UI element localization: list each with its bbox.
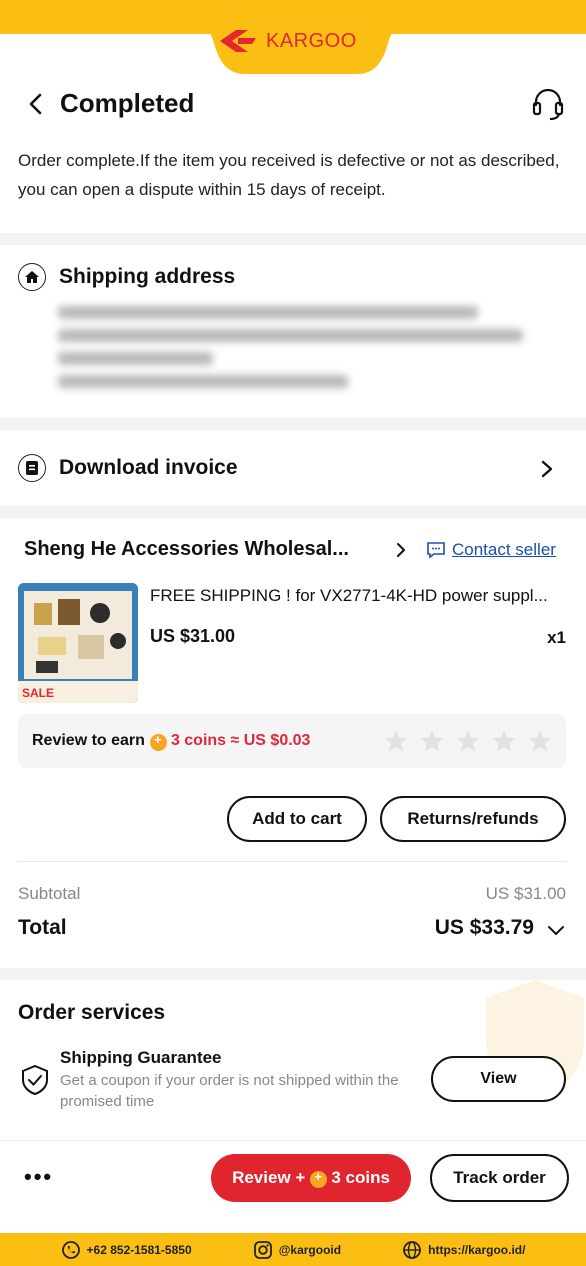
document-icon bbox=[18, 454, 46, 482]
product-quantity: x1 bbox=[547, 628, 566, 647]
globe-icon bbox=[403, 1240, 422, 1259]
section-divider bbox=[0, 233, 586, 245]
shield-check-icon bbox=[22, 1064, 48, 1096]
footer-website[interactable]: https://kargoo.id/ bbox=[402, 1240, 525, 1260]
total-label: Total bbox=[18, 916, 67, 939]
footer-phone-text: +62 852-1581-5850 bbox=[86, 1242, 192, 1257]
coin-icon bbox=[149, 732, 167, 751]
shipping-address-redacted bbox=[58, 306, 528, 398]
order-services-title: Order services bbox=[18, 1001, 166, 1024]
chevron-right-icon[interactable] bbox=[394, 542, 408, 558]
shipping-guarantee-title: Shipping Guarantee bbox=[60, 1048, 222, 1067]
review-earn-label: Review to earn bbox=[32, 732, 145, 749]
kargoo-logo-icon bbox=[220, 30, 256, 52]
review-coins-value: 3 coins ≈ US $0.03 bbox=[170, 732, 311, 749]
contact-seller-label: Contact seller bbox=[452, 540, 556, 559]
instagram-icon bbox=[253, 1240, 272, 1259]
divider bbox=[18, 861, 566, 862]
footer-instagram-text: @kargooid bbox=[278, 1242, 342, 1257]
redacted-line bbox=[58, 329, 523, 342]
shipping-guarantee-desc: Get a coupon if your order is not shippe… bbox=[60, 1072, 399, 1110]
shipping-address-header: Shipping address bbox=[18, 263, 235, 291]
add-to-cart-button[interactable]: Add to cart bbox=[227, 796, 367, 842]
review-button-coins: 3 coins bbox=[331, 1168, 390, 1187]
section-divider bbox=[0, 506, 586, 518]
home-icon bbox=[18, 263, 46, 291]
page-title: Completed bbox=[60, 88, 195, 118]
back-arrow-icon[interactable] bbox=[22, 90, 50, 118]
brand-name: KARGOO bbox=[266, 29, 357, 52]
headset-icon[interactable] bbox=[530, 86, 566, 122]
view-guarantee-button[interactable]: View bbox=[431, 1056, 566, 1102]
footer-phone[interactable]: +62 852-1581-5850 bbox=[61, 1240, 192, 1260]
chat-icon bbox=[427, 542, 445, 559]
order-notice: Order complete.If the item you received … bbox=[18, 151, 560, 199]
review-button[interactable]: Review + 3 coins bbox=[211, 1154, 411, 1202]
product-title[interactable]: FREE SHIPPING ! for VX2771-4K-HD power s… bbox=[150, 586, 570, 606]
chevron-right-icon[interactable] bbox=[538, 460, 556, 478]
footer-website-text: https://kargoo.id/ bbox=[428, 1242, 526, 1257]
download-invoice-row[interactable]: Download invoice bbox=[18, 454, 238, 482]
star-icon[interactable] bbox=[492, 729, 516, 753]
redacted-line bbox=[58, 306, 478, 319]
rating-stars bbox=[384, 729, 552, 753]
track-order-button[interactable]: Track order bbox=[430, 1154, 569, 1202]
redacted-line bbox=[58, 352, 213, 365]
whatsapp-icon bbox=[61, 1240, 80, 1259]
review-earn-bar: Review to earn 3 coins ≈ US $0.03 bbox=[18, 714, 566, 768]
star-icon[interactable] bbox=[384, 729, 408, 753]
star-icon[interactable] bbox=[420, 729, 444, 753]
contact-seller-link[interactable]: Contact seller bbox=[426, 540, 556, 560]
shipping-address-title: Shipping address bbox=[59, 265, 236, 288]
download-invoice-title: Download invoice bbox=[59, 456, 238, 479]
section-divider bbox=[0, 418, 586, 430]
svg-text:SALE: SALE bbox=[22, 686, 54, 700]
redacted-line bbox=[58, 375, 348, 388]
star-icon[interactable] bbox=[528, 729, 552, 753]
coin-icon bbox=[310, 1169, 328, 1188]
product-price: US $31.00 bbox=[150, 626, 236, 646]
contact-footer: +62 852-1581-5850 @kargooid https://karg… bbox=[0, 1233, 586, 1266]
chevron-down-icon[interactable] bbox=[546, 921, 566, 939]
footer-instagram[interactable]: @kargooid bbox=[253, 1240, 341, 1260]
subtotal-value: US $31.00 bbox=[485, 884, 566, 903]
store-name[interactable]: Sheng He Accessories Wholesal... bbox=[24, 538, 379, 561]
page-header: Completed bbox=[0, 80, 586, 128]
subtotal-label: Subtotal bbox=[18, 884, 81, 903]
review-button-label: Review + bbox=[232, 1168, 306, 1187]
star-icon[interactable] bbox=[456, 729, 480, 753]
returns-refunds-button[interactable]: Returns/refunds bbox=[380, 796, 566, 842]
total-value: US $33.79 bbox=[434, 916, 534, 939]
product-image[interactable]: SALE bbox=[18, 583, 138, 703]
kargoo-logo: KARGOO bbox=[218, 28, 357, 54]
more-options-button[interactable]: ••• bbox=[24, 1164, 60, 1190]
